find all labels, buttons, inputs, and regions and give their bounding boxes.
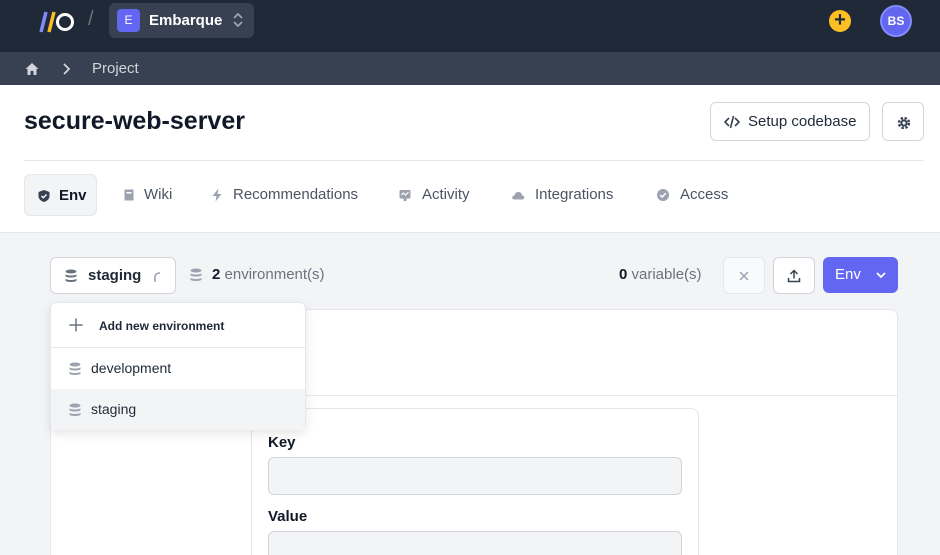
tab-label: Env (59, 187, 87, 204)
chevron-right-icon (63, 63, 71, 75)
cloud-icon (512, 192, 525, 200)
variable-count-value: 0 (619, 266, 628, 283)
chevron-up-down-icon (233, 12, 243, 28)
environment-option-staging[interactable]: staging (51, 389, 305, 430)
environment-count: 2 environment(s) (190, 266, 325, 283)
add-icon[interactable]: + (829, 10, 851, 32)
value-input[interactable] (268, 531, 682, 555)
add-environment-label: Add new environment (99, 319, 225, 333)
environment-option-development[interactable]: development (51, 348, 305, 389)
clear-button[interactable] (723, 257, 765, 294)
env-dropdown-button[interactable]: Env (823, 257, 898, 293)
tab-label: Activity (422, 186, 470, 203)
project-header: secure-web-server Setup codebase Env Wik… (0, 85, 940, 233)
tab-label: Integrations (535, 186, 614, 203)
tab-label: Recommendations (233, 186, 359, 203)
tab-label: Access (680, 186, 729, 203)
tab-recommendations[interactable]: Recommendations (200, 174, 380, 216)
path-separator: / (88, 8, 94, 30)
close-icon (739, 271, 749, 281)
check-circle-icon (657, 189, 669, 201)
org-switcher[interactable]: E Embarque (109, 3, 254, 38)
option-label: staging (91, 401, 137, 417)
env-button-label: Env (835, 266, 861, 283)
environment-dropdown: Add new environment development staging (50, 302, 306, 430)
setup-codebase-label: Setup codebase (748, 113, 857, 130)
plus-icon (69, 318, 83, 332)
book-icon (124, 189, 134, 201)
avatar[interactable]: BS (880, 5, 912, 37)
setup-codebase-button[interactable]: Setup codebase (710, 102, 870, 141)
environment-select[interactable]: staging (50, 257, 176, 294)
environment-count-value: 2 (212, 266, 221, 283)
spinner-icon (154, 272, 161, 282)
org-badge: E (117, 9, 140, 32)
shield-icon (38, 190, 50, 202)
variable-count: 0 variable(s) (619, 266, 702, 283)
key-input[interactable] (268, 457, 682, 495)
activity-icon (399, 190, 411, 201)
bolt-icon (212, 188, 222, 202)
gear-icon (897, 116, 911, 130)
variable-count-suffix: variable(s) (631, 266, 702, 283)
page-title: secure-web-server (24, 107, 245, 135)
tab-access[interactable]: Access (646, 174, 746, 216)
upload-button[interactable] (773, 257, 815, 294)
tab-activity[interactable]: Activity (388, 174, 488, 216)
header-divider (24, 160, 924, 161)
option-label: development (91, 360, 172, 376)
org-name: Embarque (149, 12, 223, 29)
tab-integrations[interactable]: Integrations (501, 174, 636, 216)
selected-environment: staging (88, 267, 142, 284)
logo-icon[interactable] (36, 10, 76, 34)
database-icon (65, 269, 77, 282)
tab-wiki[interactable]: Wiki (110, 174, 190, 216)
chevron-down-icon (876, 272, 886, 279)
variable-form: Key Value (251, 408, 699, 555)
tab-label: Wiki (144, 186, 173, 203)
database-icon (69, 403, 81, 416)
breadcrumb: Project (0, 52, 940, 85)
add-environment-item[interactable]: Add new environment (51, 303, 305, 348)
database-icon (69, 362, 81, 375)
top-bar: / E Embarque + BS (0, 0, 940, 52)
breadcrumb-project[interactable]: Project (92, 60, 139, 77)
tab-env[interactable]: Env (24, 174, 97, 216)
upload-icon (787, 269, 801, 283)
home-icon[interactable] (24, 61, 40, 77)
settings-button[interactable] (882, 102, 924, 141)
code-icon (724, 115, 740, 129)
value-label: Value (268, 508, 308, 525)
key-label: Key (268, 434, 296, 451)
environment-count-suffix: environment(s) (224, 266, 325, 283)
database-icon (190, 268, 202, 281)
